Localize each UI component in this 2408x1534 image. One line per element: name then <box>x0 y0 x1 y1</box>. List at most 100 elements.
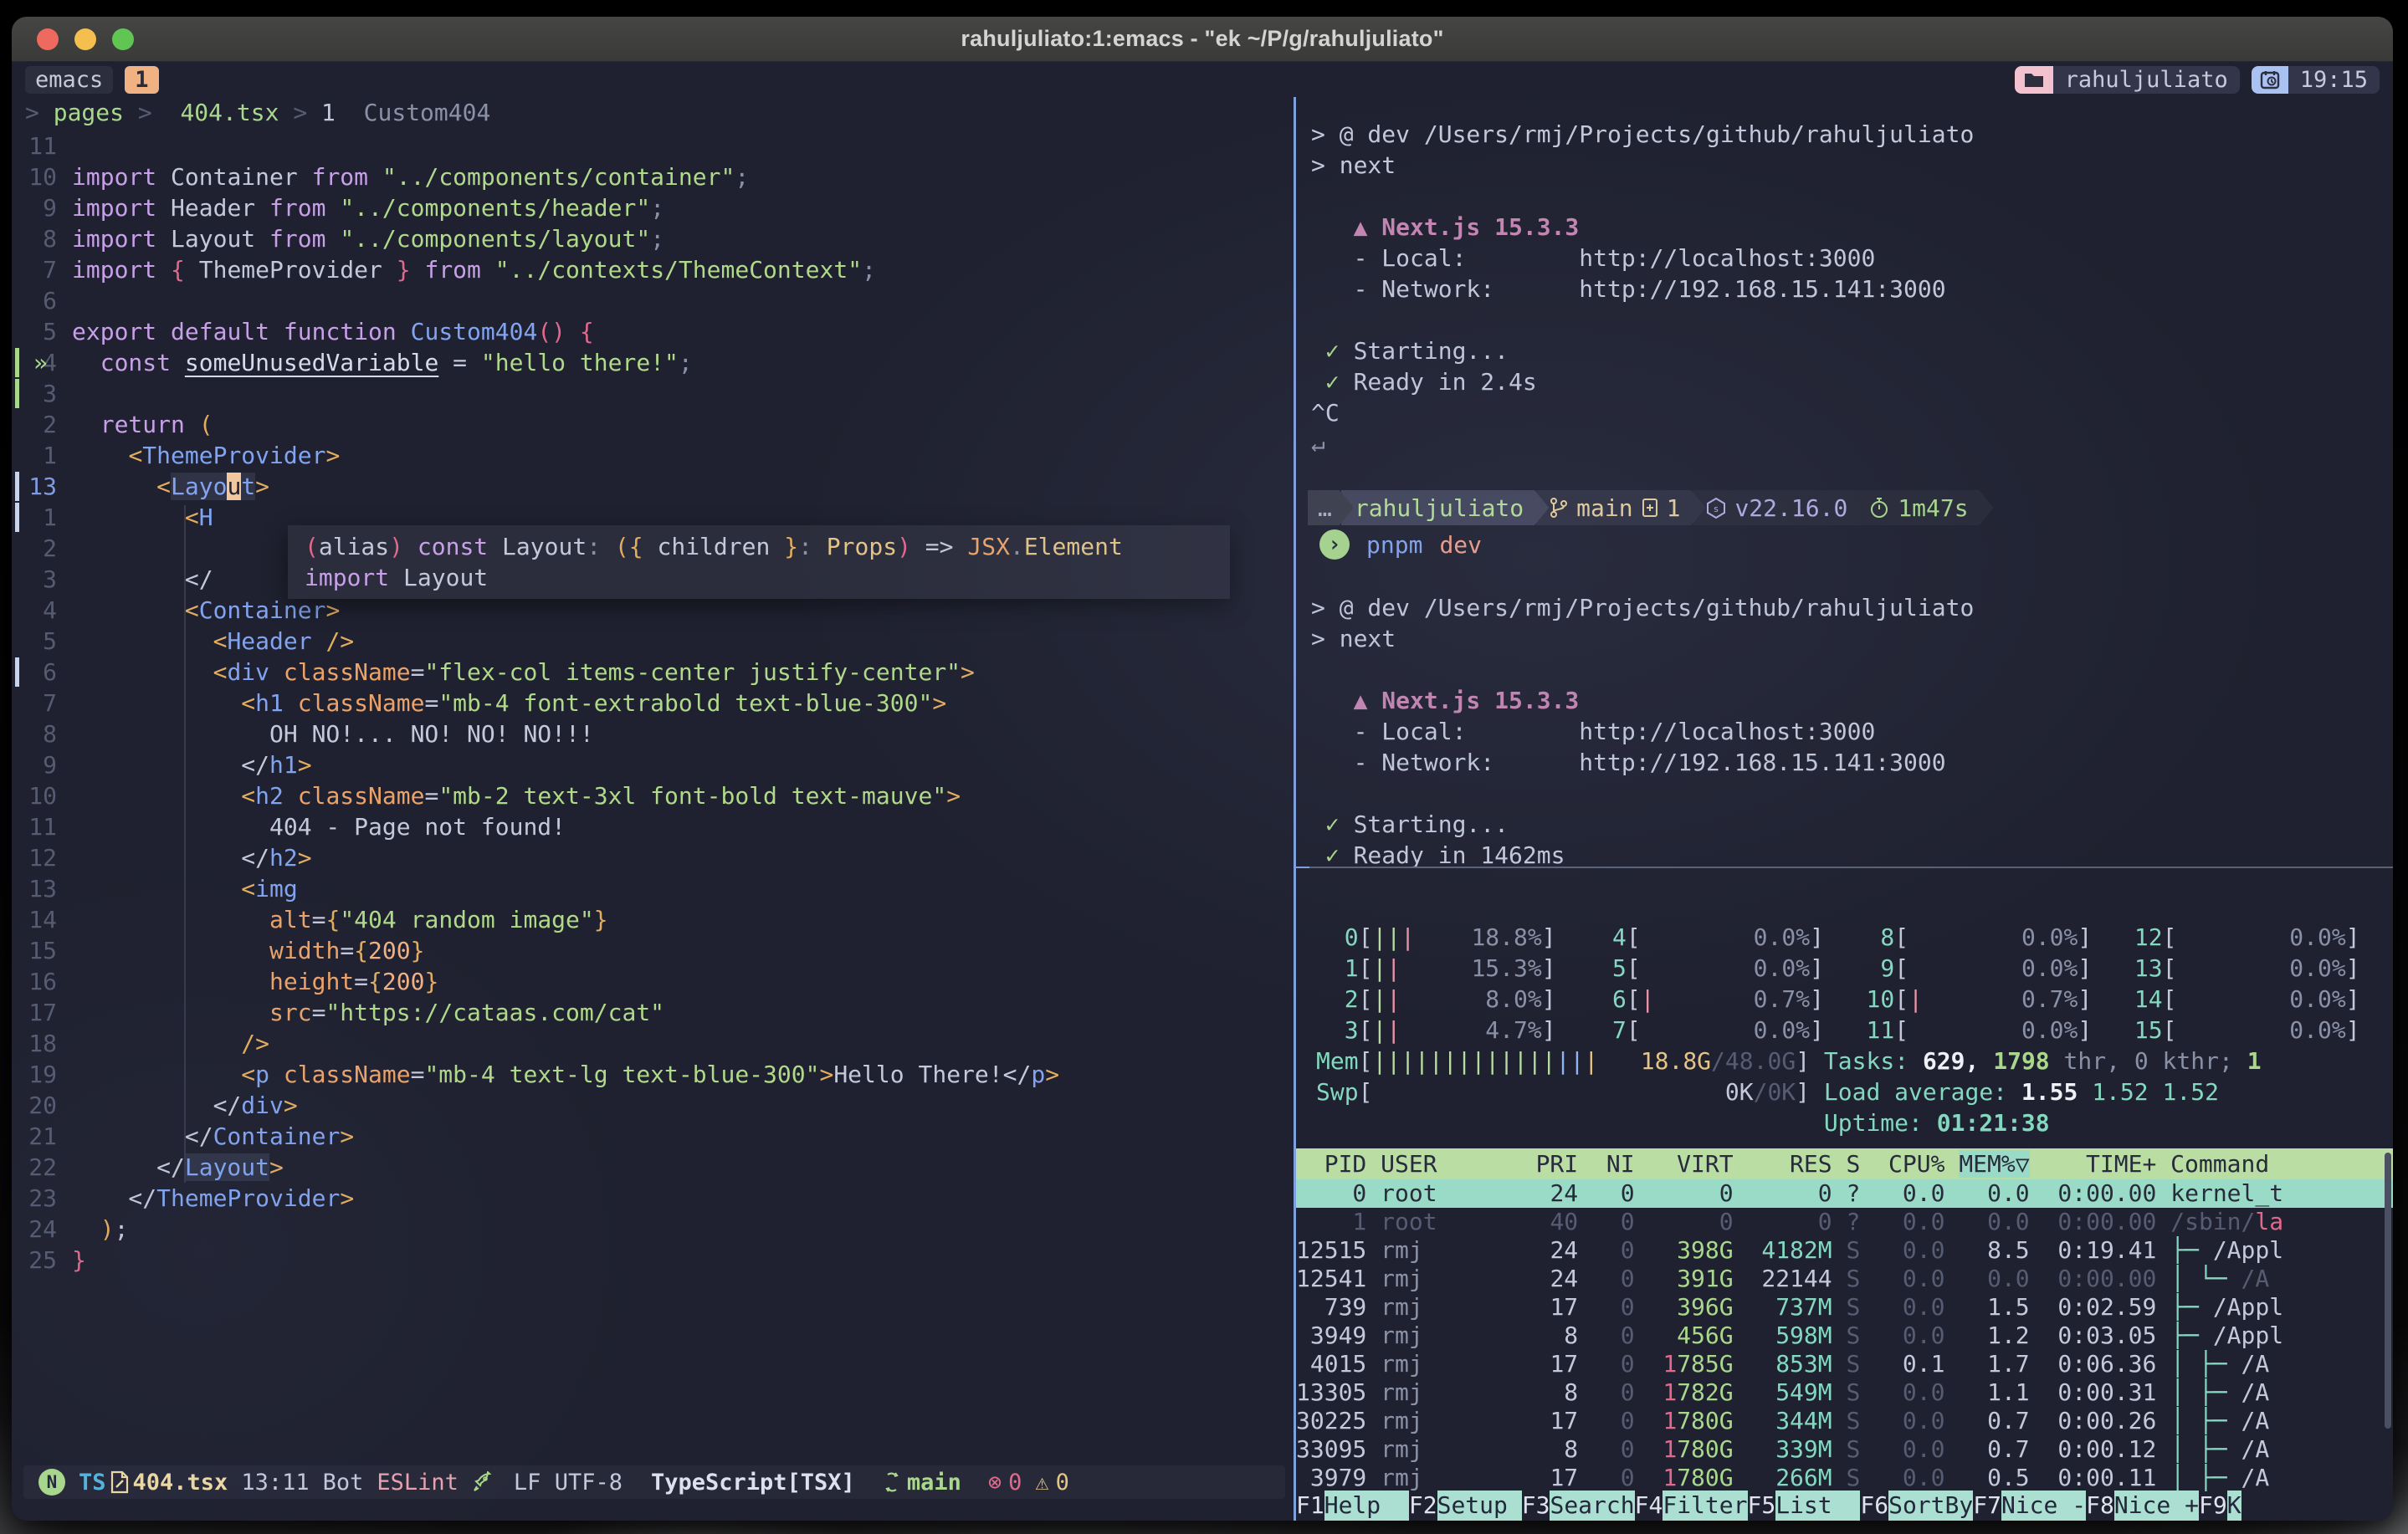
code-line[interactable]: 25} <box>12 1245 1294 1276</box>
process-rows: 0 root 24 0 0 0 ? 0.0 0.0 0:00.00 kernel… <box>1296 1179 2393 1492</box>
code-line[interactable]: 9 </h1> <box>12 749 1294 780</box>
code-line[interactable]: 10import Container from "../components/c… <box>12 161 1294 192</box>
code-line[interactable]: 10 <h2 className="mb-2 text-3xl font-bol… <box>12 780 1294 811</box>
process-row[interactable]: 3979 rmj 17 0 1780G 266M S 0.0 0.5 0:00.… <box>1296 1464 2393 1492</box>
code-line[interactable]: 9import Header from "../components/heade… <box>12 192 1294 223</box>
fkey-label[interactable]: F4 <box>1635 1491 1663 1521</box>
warning-icon: ⚠ <box>1035 1470 1048 1496</box>
fkey-label[interactable]: F8 <box>2086 1491 2114 1521</box>
fkey-action[interactable]: Help <box>1324 1491 1409 1521</box>
emacs-pane[interactable]: > pages > 404.tsx > 1 Custom404 1110impo… <box>12 97 1294 1521</box>
fkey-label[interactable]: F9 <box>2199 1491 2227 1521</box>
code-text: <ThemeProvider> <box>72 440 340 471</box>
code-line[interactable]: 8import Layout from "../components/layou… <box>12 223 1294 254</box>
fkey-label[interactable]: F5 <box>1748 1491 1776 1521</box>
traffic-lights <box>37 17 134 61</box>
tmux-window-index[interactable]: 1 <box>125 66 158 94</box>
terminal-line: - Network: http://192.168.15.141:3000 <box>1311 747 2393 778</box>
fkey-label[interactable]: F2 <box>1409 1491 1437 1521</box>
code-line[interactable]: 18 /> <box>12 1028 1294 1059</box>
code-line[interactable]: 17 src="https://cataas.com/cat" <box>12 997 1294 1028</box>
code-line[interactable]: 21 </Container> <box>12 1121 1294 1152</box>
terminal-line: - Local: http://localhost:3000 <box>1311 716 2393 747</box>
code-line[interactable]: 15 width={200} <box>12 935 1294 966</box>
code-line[interactable]: 24 ); <box>12 1214 1294 1245</box>
code-line[interactable]: 6 <div className="flex-col items-center … <box>12 657 1294 688</box>
minimize-button[interactable] <box>74 28 96 50</box>
htop-pane[interactable]: 0[||| 18.8%] 4[ 0.0%] 8[ 0.0%] 12[ 0.0%]… <box>1296 868 2393 1521</box>
process-row[interactable]: 1 root 40 0 0 0 ? 0.0 0.0 0:00.00 /sbin/… <box>1296 1208 2393 1236</box>
buffer-position: Bot <box>323 1470 364 1496</box>
tmux-session-name[interactable]: emacs <box>25 66 113 94</box>
code-buffer[interactable]: 1110import Container from "../components… <box>12 130 1294 1276</box>
process-row-selected[interactable]: 0 root 24 0 0 0 ? 0.0 0.0 0:00.00 kernel… <box>1296 1179 2393 1208</box>
code-line[interactable]: 16 height={200} <box>12 966 1294 997</box>
fkey-action[interactable]: Setup <box>1437 1491 1522 1521</box>
scrollbar[interactable] <box>2385 1153 2391 1429</box>
code-line[interactable]: 23 </ThemeProvider> <box>12 1183 1294 1214</box>
code-line[interactable]: 13 <Layout> <box>12 471 1294 502</box>
code-line[interactable]: 3 <box>12 378 1294 409</box>
fkey-action[interactable]: Search <box>1550 1491 1634 1521</box>
code-line[interactable]: 20 </div> <box>12 1090 1294 1121</box>
process-row[interactable]: 30225 rmj 17 0 1780G 344M S 0.0 0.7 0:00… <box>1296 1407 2393 1435</box>
fkey-label[interactable]: F3 <box>1522 1491 1550 1521</box>
fkey-action[interactable]: SortBy <box>1888 1491 1973 1521</box>
cpu-meter-row: 2[|| 8.0%] 6[| 0.7%] 10[| 0.7%] 14[ 0.0%… <box>1316 984 2393 1015</box>
code-line[interactable]: 4 <Container> <box>12 595 1294 626</box>
fkey-label[interactable]: F1 <box>1296 1491 1324 1521</box>
breadcrumb[interactable]: > pages > 404.tsx > 1 Custom404 <box>12 97 1294 130</box>
code-line[interactable]: 7 <h1 className="mb-4 font-extrabold tex… <box>12 688 1294 718</box>
zoom-button[interactable] <box>112 28 134 50</box>
fkey-action[interactable]: Nice + <box>2114 1491 2199 1521</box>
line-number: 20 <box>12 1090 72 1121</box>
dev-server-terminal[interactable]: > @ dev /Users/rmj/Projects/github/rahul… <box>1296 97 2393 867</box>
code-text: src="https://cataas.com/cat" <box>72 997 664 1028</box>
process-row[interactable]: 13305 rmj 8 0 1782G 549M S 0.0 1.1 0:00.… <box>1296 1378 2393 1407</box>
process-row[interactable]: 3949 rmj 8 0 456G 598M S 0.0 1.2 0:03.05… <box>1296 1322 2393 1350</box>
diff-gutter-indicator <box>15 503 19 532</box>
fkey-action[interactable]: List <box>1775 1491 1860 1521</box>
tmux-clock-badge[interactable]: 19:15 <box>2252 66 2380 94</box>
code-line[interactable]: 5 <Header /> <box>12 626 1294 657</box>
code-line[interactable]: 7import { ThemeProvider } from "../conte… <box>12 254 1294 285</box>
code-text: import Header from "../components/header… <box>72 192 664 223</box>
code-line[interactable]: 11 404 - Page not found! <box>12 811 1294 842</box>
indent-guide <box>184 505 186 1183</box>
code-line[interactable]: 19 <p className="mb-4 text-lg text-blue-… <box>12 1059 1294 1090</box>
code-line[interactable]: 11 <box>12 130 1294 161</box>
code-line[interactable]: 13 <img <box>12 873 1294 904</box>
line-number: 10 <box>12 161 72 192</box>
fkey-action[interactable]: Nice - <box>2001 1491 2086 1521</box>
process-row[interactable]: 739 rmj 17 0 396G 737M S 0.0 1.5 0:02.59… <box>1296 1293 2393 1322</box>
terminal-output-block-2: > @ dev /Users/rmj/Projects/github/rahul… <box>1311 561 2393 867</box>
code-line[interactable]: 1 <ThemeProvider> <box>12 440 1294 471</box>
close-button[interactable] <box>37 28 59 50</box>
line-number: 13 <box>12 873 72 904</box>
code-line[interactable]: 6 <box>12 285 1294 316</box>
fkey-action[interactable]: K <box>2227 1491 2241 1521</box>
code-line[interactable]: 2 return ( <box>12 409 1294 440</box>
code-line[interactable]: 8 OH NO!... NO! NO! NO!!! <box>12 718 1294 749</box>
code-text: </ <box>72 564 213 595</box>
code-line[interactable]: 22 </Layout> <box>12 1152 1294 1183</box>
process-row[interactable]: 33095 rmj 8 0 1780G 339M S 0.0 0.7 0:00.… <box>1296 1435 2393 1464</box>
popup-signature: (alias) const Layout: ({ children }: Pro… <box>305 531 1230 562</box>
prompt-node-chip: s v22.16.0 1m47s <box>1693 490 1993 525</box>
code-line[interactable]: 5export default function Custom404() { <box>12 316 1294 347</box>
tmux-user-badge[interactable]: rahuljuliato <box>2015 66 2240 94</box>
terminal-line: ↵ <box>1311 428 2393 459</box>
code-line[interactable]: 12 </h2> <box>12 842 1294 873</box>
code-line[interactable]: 14 alt={"404 random image"} <box>12 904 1294 935</box>
fkey-action[interactable]: Filter <box>1663 1491 1747 1521</box>
command-line[interactable]: › pnpm dev <box>1319 528 2393 561</box>
command-argument: dev <box>1439 529 1482 560</box>
code-text: height={200} <box>72 966 438 997</box>
process-row[interactable]: 4015 rmj 17 0 1785G 853M S 0.1 1.7 0:06.… <box>1296 1350 2393 1378</box>
process-row[interactable]: 12515 rmj 24 0 398G 4182M S 0.0 8.5 0:19… <box>1296 1236 2393 1265</box>
fkey-label[interactable]: F6 <box>1860 1491 1888 1521</box>
fkey-label[interactable]: F7 <box>1973 1491 2001 1521</box>
code-line[interactable]: »4 const someUnusedVariable = "hello the… <box>12 347 1294 378</box>
process-table-header[interactable]: PID USER PRI NI VIRT RES S CPU% MEM%▽ TI… <box>1296 1148 2393 1179</box>
process-row[interactable]: 12541 rmj 24 0 391G 22144 S 0.0 0.0 0:00… <box>1296 1265 2393 1293</box>
